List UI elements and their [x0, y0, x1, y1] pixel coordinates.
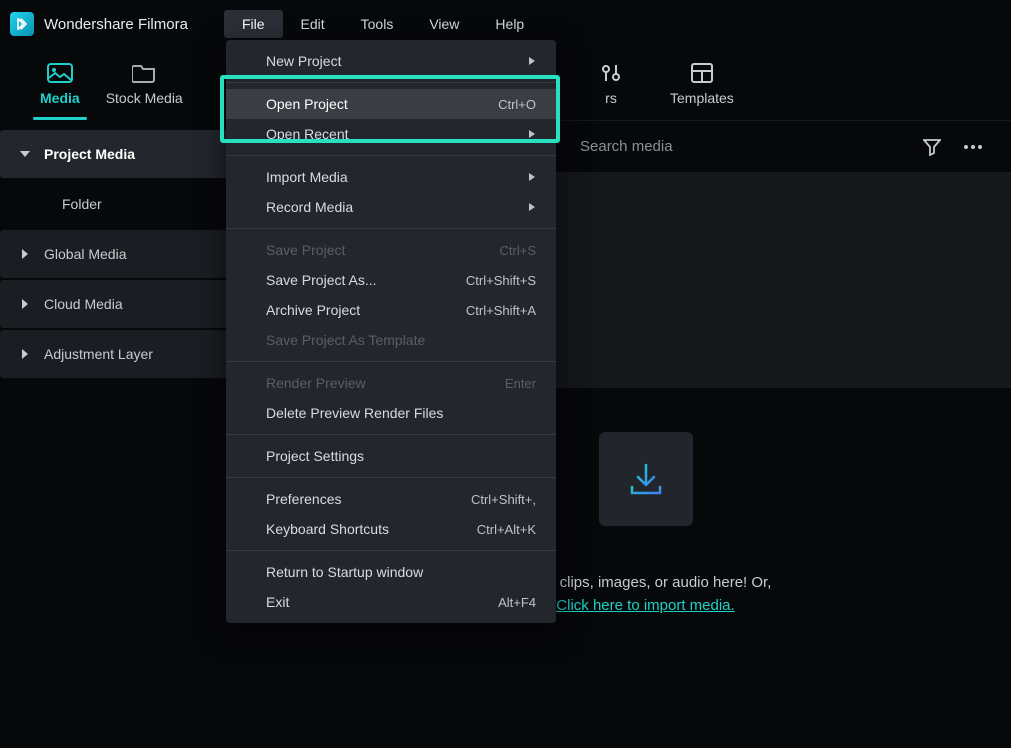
tab-stock-media[interactable]: Stock Media	[106, 62, 183, 106]
menu-edit[interactable]: Edit	[283, 10, 343, 38]
menu-return-startup-label: Return to Startup window	[266, 564, 536, 580]
menu-save-as-template: Save Project As Template	[226, 325, 556, 355]
tab-media-label: Media	[40, 90, 80, 106]
menu-delete-preview[interactable]: Delete Preview Render Files	[226, 398, 556, 428]
menu-render-preview: Render Preview Enter	[226, 368, 556, 398]
menu-preferences[interactable]: Preferences Ctrl+Shift+,	[226, 484, 556, 514]
menu-open-project-shortcut: Ctrl+O	[498, 97, 536, 112]
menu-save-project-as[interactable]: Save Project As... Ctrl+Shift+S	[226, 265, 556, 295]
app-logo	[10, 12, 34, 36]
menu-exit-label: Exit	[266, 594, 498, 610]
menu-tools[interactable]: Tools	[343, 10, 412, 38]
menu-separator	[226, 155, 556, 156]
sidebar-folder-label: Folder	[62, 196, 102, 212]
submenu-arrow-icon	[522, 130, 536, 138]
sidebar-project-media-label: Project Media	[44, 146, 135, 162]
menu-save-as-template-label: Save Project As Template	[266, 332, 536, 348]
menu-file[interactable]: File	[224, 10, 283, 38]
chevron-right-icon	[16, 349, 34, 359]
sidebar-cloud-media-label: Cloud Media	[44, 296, 123, 312]
menu-archive-project[interactable]: Archive Project Ctrl+Shift+A	[226, 295, 556, 325]
menu-save-project-shortcut: Ctrl+S	[500, 243, 536, 258]
menu-import-media[interactable]: Import Media	[226, 162, 556, 192]
media-icon	[47, 62, 73, 84]
tab-templates-label: Templates	[670, 90, 734, 106]
drop-hint-text: video clips, images, or audio here! Or,	[520, 574, 772, 591]
sidebar-adjustment-layer-label: Adjustment Layer	[44, 346, 153, 362]
menu-save-project-as-label: Save Project As...	[266, 272, 466, 288]
more-icon[interactable]	[963, 144, 983, 150]
import-icon[interactable]	[599, 432, 693, 526]
tab-partial-effects-label: rs	[605, 90, 617, 106]
import-media-link[interactable]: Click here to import media.	[556, 597, 734, 614]
menu-open-recent[interactable]: Open Recent	[226, 119, 556, 149]
menu-save-project-as-shortcut: Ctrl+Shift+S	[466, 273, 536, 288]
menu-separator	[226, 82, 556, 83]
menu-project-settings[interactable]: Project Settings	[226, 441, 556, 471]
filter-icon[interactable]	[923, 138, 941, 156]
menu-render-preview-shortcut: Enter	[505, 376, 536, 391]
menu-render-preview-label: Render Preview	[266, 375, 505, 391]
sidebar-global-media-label: Global Media	[44, 246, 127, 262]
menu-archive-project-shortcut: Ctrl+Shift+A	[466, 303, 536, 318]
menu-record-media[interactable]: Record Media	[226, 192, 556, 222]
menu-new-project-label: New Project	[266, 53, 522, 69]
menubar: File Edit Tools View Help	[224, 10, 542, 38]
menu-open-project[interactable]: Open Project Ctrl+O	[226, 89, 556, 119]
chevron-right-icon	[16, 299, 34, 309]
menu-record-media-label: Record Media	[266, 199, 522, 215]
menu-open-project-label: Open Project	[266, 96, 498, 112]
tab-media[interactable]: Media	[40, 62, 80, 106]
menu-project-settings-label: Project Settings	[266, 448, 536, 464]
menu-keyboard-shortcuts-label: Keyboard Shortcuts	[266, 521, 477, 537]
file-menu-dropdown: New Project Open Project Ctrl+O Open Rec…	[226, 40, 556, 623]
menu-keyboard-shortcuts[interactable]: Keyboard Shortcuts Ctrl+Alt+K	[226, 514, 556, 544]
menu-preferences-shortcut: Ctrl+Shift+,	[471, 492, 536, 507]
menu-archive-project-label: Archive Project	[266, 302, 466, 318]
tab-partial-effects[interactable]: rs	[600, 62, 622, 106]
menu-keyboard-shortcuts-shortcut: Ctrl+Alt+K	[477, 522, 536, 537]
submenu-arrow-icon	[522, 173, 536, 181]
menu-return-startup[interactable]: Return to Startup window	[226, 557, 556, 587]
menu-open-recent-label: Open Recent	[266, 126, 522, 142]
menu-import-media-label: Import Media	[266, 169, 522, 185]
tab-templates[interactable]: Templates	[670, 62, 734, 106]
menu-separator	[226, 550, 556, 551]
menu-preferences-label: Preferences	[266, 491, 471, 507]
menu-separator	[226, 361, 556, 362]
menu-separator	[226, 228, 556, 229]
submenu-arrow-icon	[522, 57, 536, 65]
chevron-down-icon	[16, 149, 34, 159]
menu-view[interactable]: View	[411, 10, 477, 38]
chevron-right-icon	[16, 249, 34, 259]
app-name: Wondershare Filmora	[44, 16, 188, 33]
menu-delete-preview-label: Delete Preview Render Files	[266, 405, 536, 421]
search-input[interactable]	[580, 138, 923, 155]
folder-icon	[132, 62, 156, 84]
templates-icon	[691, 62, 713, 84]
menu-exit-shortcut: Alt+F4	[498, 595, 536, 610]
tab-stock-media-label: Stock Media	[106, 90, 183, 106]
menu-exit[interactable]: Exit Alt+F4	[226, 587, 556, 617]
menu-separator	[226, 477, 556, 478]
menu-save-project: Save Project Ctrl+S	[226, 235, 556, 265]
menu-separator	[226, 434, 556, 435]
menu-save-project-label: Save Project	[266, 242, 500, 258]
menu-help[interactable]: Help	[477, 10, 542, 38]
menu-new-project[interactable]: New Project	[226, 46, 556, 76]
submenu-arrow-icon	[522, 203, 536, 211]
sliders-icon	[600, 62, 622, 84]
